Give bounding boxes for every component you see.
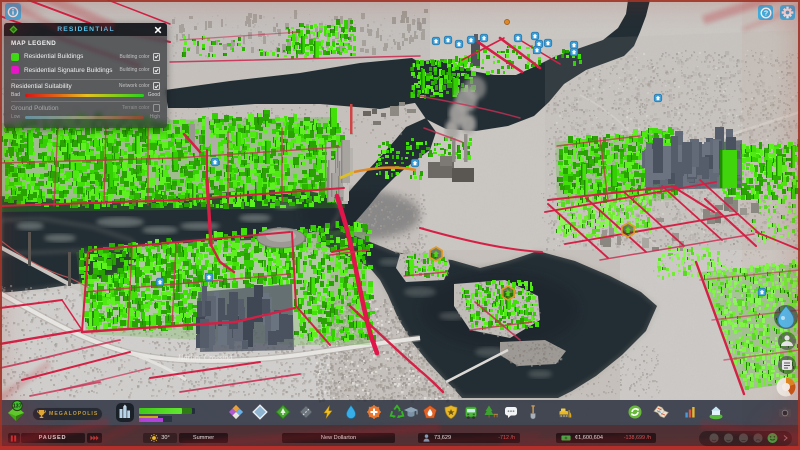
svg-text:137: 137 [13,404,22,410]
svg-text:Harbor Crossing: Harbor Crossing [177,353,233,362]
svg-text:?: ? [763,10,767,17]
